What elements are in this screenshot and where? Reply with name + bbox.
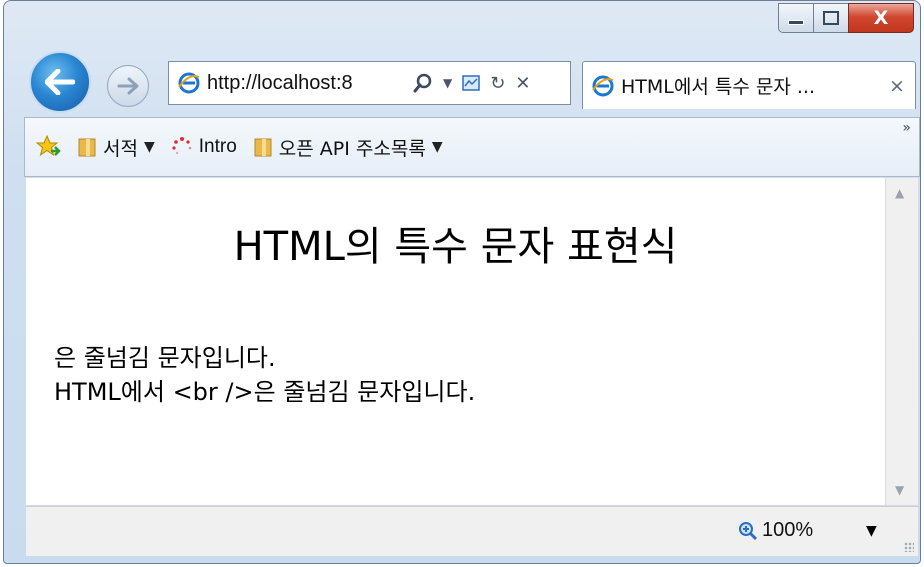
status-bar: 100% ▼ xyxy=(26,506,918,556)
loading-spinner-icon xyxy=(172,137,192,155)
ie-tab-icon xyxy=(592,75,614,96)
tab-title: HTML에서 특수 문자 ... xyxy=(621,76,815,98)
resize-grip-icon[interactable] xyxy=(904,542,914,552)
ie-page-icon xyxy=(178,72,200,94)
page-title: HTML의 특수 문자 표현식 xyxy=(233,224,678,270)
dropdown-arrow-icon[interactable]: ▼ xyxy=(443,76,452,90)
back-button[interactable] xyxy=(29,51,91,113)
folder-icon xyxy=(254,138,272,157)
tab-active[interactable]: HTML에서 특수 문자 ... × xyxy=(582,61,916,109)
search-icon[interactable] xyxy=(413,73,433,93)
stop-icon[interactable]: ✕ xyxy=(515,73,530,94)
content-line-1: 은 줄넘김 문자입니다. xyxy=(54,344,276,372)
back-arrow-icon xyxy=(45,69,75,95)
close-icon: X xyxy=(873,6,889,29)
fav-item-books[interactable]: 서적 ▼ xyxy=(77,134,155,161)
zoom-dropdown-icon[interactable]: ▼ xyxy=(866,523,877,539)
more-chevron-icon[interactable]: » xyxy=(902,120,911,136)
minimize-icon xyxy=(788,19,804,25)
zoom-control[interactable]: 100% xyxy=(738,519,813,542)
forward-arrow-icon xyxy=(117,77,139,95)
zoom-icon xyxy=(739,521,758,540)
vertical-scrollbar[interactable]: ▲ ▼ xyxy=(885,178,918,505)
folder-icon xyxy=(78,138,96,157)
maximize-button[interactable] xyxy=(813,3,849,33)
dropdown-caret-icon: ▼ xyxy=(431,139,443,155)
refresh-icon[interactable]: ↻ xyxy=(490,73,505,94)
window-controls: X xyxy=(778,3,914,33)
address-bar[interactable]: http://localhost:8 ▼ ↻ ✕ xyxy=(168,61,571,105)
scroll-down-icon[interactable]: ▼ xyxy=(895,483,904,497)
page-content: HTML의 특수 문자 표현식 은 줄넘김 문자입니다. HTML에서 <br … xyxy=(26,178,885,505)
fav-label-open-api: 오픈 API 주소목록 xyxy=(278,137,426,160)
address-toolbar: ▼ ↻ ✕ xyxy=(413,73,530,94)
dropdown-caret-icon: ▼ xyxy=(143,139,155,155)
fav-item-intro[interactable]: Intro xyxy=(171,136,237,158)
content-line-2: HTML에서 <br />은 줄넘김 문자입니다. xyxy=(54,378,476,406)
browser-window: X http://localhost:8 ▼ ↻ ✕ HTML에서 특수 문자 … xyxy=(3,0,921,564)
maximize-icon xyxy=(823,11,839,25)
address-input[interactable]: http://localhost:8 xyxy=(207,72,407,95)
fav-label-intro: Intro xyxy=(198,136,237,157)
zoom-level: 100% xyxy=(762,519,814,541)
tab-close-icon[interactable]: × xyxy=(889,75,905,97)
favorites-star-button[interactable] xyxy=(35,135,61,159)
scroll-up-icon[interactable]: ▲ xyxy=(895,186,904,200)
fav-label-books: 서적 xyxy=(103,137,138,160)
compatibility-view-icon[interactable] xyxy=(462,74,480,92)
fav-item-open-api[interactable]: 오픈 API 주소목록 ▼ xyxy=(253,134,443,161)
minimize-button[interactable] xyxy=(778,3,814,33)
favorites-bar: 서적 ▼ Intro 오픈 API 주소목록 ▼ » xyxy=(24,117,920,177)
close-window-button[interactable]: X xyxy=(848,3,914,33)
add-favorite-star-icon xyxy=(35,135,61,157)
forward-button[interactable] xyxy=(107,65,149,107)
